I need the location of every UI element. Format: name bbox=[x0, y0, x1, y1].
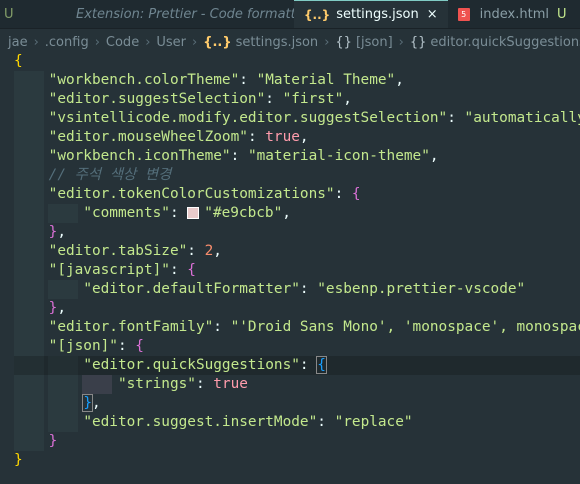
code-comment: // 주석 색상 변경 bbox=[48, 167, 172, 183]
object-icon: {} bbox=[335, 34, 352, 50]
brace: } bbox=[48, 433, 58, 449]
json-file-icon: {..} bbox=[304, 7, 331, 22]
brace: } bbox=[14, 452, 23, 468]
code-line: "editor.fontFamily": "'Droid Sans Mono',… bbox=[14, 318, 580, 337]
code-line: }, bbox=[82, 394, 101, 412]
tab-label: index.html bbox=[479, 6, 549, 22]
code-line: "editor.quickSuggestions": { bbox=[83, 356, 327, 374]
tab-label: settings.json bbox=[336, 7, 419, 22]
breadcrumb-item[interactable]: [json] bbox=[356, 35, 393, 50]
brace: { bbox=[135, 338, 144, 354]
json-value: true bbox=[265, 129, 300, 145]
json-key: "editor.fontFamily" bbox=[48, 319, 214, 335]
json-key: "workbench.iconTheme" bbox=[48, 148, 231, 164]
code-line: "strings": true bbox=[117, 376, 248, 392]
json-value: true bbox=[213, 376, 248, 392]
tab-index-html[interactable]: 5 index.html U bbox=[448, 0, 577, 28]
object-icon: {} bbox=[409, 34, 427, 50]
code-line: "workbench.iconTheme": "material-icon-th… bbox=[48, 148, 439, 164]
json-value: "esbenp.prettier-vscode" bbox=[317, 281, 526, 297]
json-key: "editor.defaultFormatter" bbox=[83, 281, 300, 297]
json-key: "[json]" bbox=[48, 338, 118, 354]
brace: { bbox=[316, 356, 327, 374]
json-key: "editor.quickSuggestions" bbox=[83, 357, 300, 373]
chevron-right-icon: › bbox=[324, 34, 330, 50]
tab-modified-marker: U bbox=[556, 6, 567, 22]
tab-modified-marker: U bbox=[4, 6, 14, 22]
json-key: "workbench.colorTheme" bbox=[48, 72, 240, 88]
json-value: 2 bbox=[204, 243, 214, 259]
code-line: "comments": "#e9cbcb", bbox=[83, 205, 291, 221]
json-key: "strings" bbox=[117, 376, 196, 392]
json-value: "replace" bbox=[334, 414, 413, 430]
json-file-icon: {..} bbox=[203, 34, 232, 50]
code-line: "[json]": { bbox=[48, 338, 144, 354]
json-value: "'Droid Sans Mono', 'monospace', monospa… bbox=[230, 319, 580, 335]
tab-settings-json[interactable]: {..} settings.json × bbox=[294, 0, 448, 28]
breadcrumb-item[interactable]: settings.json bbox=[236, 35, 319, 50]
brace: { bbox=[187, 262, 196, 278]
code-line: } bbox=[14, 432, 58, 451]
breadcrumb-item[interactable]: .config bbox=[45, 35, 89, 50]
code-line: } bbox=[14, 451, 23, 470]
color-swatch[interactable] bbox=[187, 207, 200, 219]
chevron-right-icon: › bbox=[33, 34, 39, 50]
code-line: "editor.suggest.insertMode": "replace" bbox=[83, 414, 413, 430]
tab-extension-prettier[interactable]: Extension: Prettier - Code formatter bbox=[32, 0, 309, 28]
json-value: "first" bbox=[282, 91, 344, 107]
breadcrumb-item[interactable]: User bbox=[156, 35, 186, 50]
code-line: "editor.mouseWheelZoom": true, bbox=[48, 129, 309, 145]
close-icon[interactable]: × bbox=[427, 7, 438, 22]
code-editor[interactable]: { "workbench.colorTheme": "Material Them… bbox=[0, 52, 580, 484]
chevron-right-icon: › bbox=[192, 34, 198, 50]
json-value: "Material Theme" bbox=[256, 72, 396, 88]
json-value: "#e9cbcb" bbox=[204, 205, 283, 221]
chevron-right-icon: › bbox=[94, 34, 100, 50]
json-key: "[javascript]" bbox=[48, 262, 170, 278]
json-value: "material-icon-theme" bbox=[247, 148, 430, 164]
chevron-right-icon: › bbox=[145, 34, 151, 50]
code-line: // 주석 색상 변경 bbox=[14, 166, 172, 185]
json-value: "automaticallyOv bbox=[464, 110, 580, 126]
tab-bar: U Extension: Prettier - Code formatter {… bbox=[0, 0, 580, 29]
html5-icon: 5 bbox=[457, 7, 470, 21]
code-line: "editor.defaultFormatter": "esbenp.prett… bbox=[83, 281, 526, 297]
json-key: "editor.tabSize" bbox=[48, 243, 188, 259]
tab-previous[interactable]: U bbox=[0, 0, 32, 28]
tab-label: Extension: Prettier - Code formatter bbox=[76, 6, 310, 22]
json-key: "vsintellicode.modify.editor.suggestSele… bbox=[48, 110, 448, 126]
brace: { bbox=[14, 53, 23, 69]
code-line: "editor.tabSize": 2, bbox=[48, 243, 222, 259]
brace: { bbox=[351, 186, 361, 202]
breadcrumb: jae › .config › Code › User › {..} setti… bbox=[0, 30, 580, 54]
breadcrumb-item[interactable]: editor.quickSuggestions bbox=[430, 35, 580, 50]
code-line: "workbench.colorTheme": "Material Theme"… bbox=[48, 72, 404, 88]
brace: } bbox=[82, 394, 93, 412]
code-line: }, bbox=[48, 224, 66, 240]
json-key: "editor.suggestSelection" bbox=[48, 91, 266, 107]
code-line: "editor.suggestSelection": "first", bbox=[48, 91, 352, 107]
code-line: { bbox=[14, 52, 23, 71]
chevron-right-icon: › bbox=[398, 34, 404, 50]
code-line: "editor.tokenColorCustomizations": { bbox=[48, 186, 361, 202]
json-key: "editor.mouseWheelZoom" bbox=[48, 129, 248, 145]
code-line: }, bbox=[48, 300, 66, 316]
json-key: "comments" bbox=[83, 205, 170, 221]
json-key: "editor.suggest.insertMode" bbox=[83, 414, 318, 430]
breadcrumb-item[interactable]: Code bbox=[106, 35, 139, 50]
code-line: "[javascript]": { bbox=[48, 262, 196, 278]
json-key: "editor.tokenColorCustomizations" bbox=[48, 186, 335, 202]
breadcrumb-item[interactable]: jae bbox=[8, 35, 28, 50]
code-line: "vsintellicode.modify.editor.suggestSele… bbox=[14, 109, 580, 128]
